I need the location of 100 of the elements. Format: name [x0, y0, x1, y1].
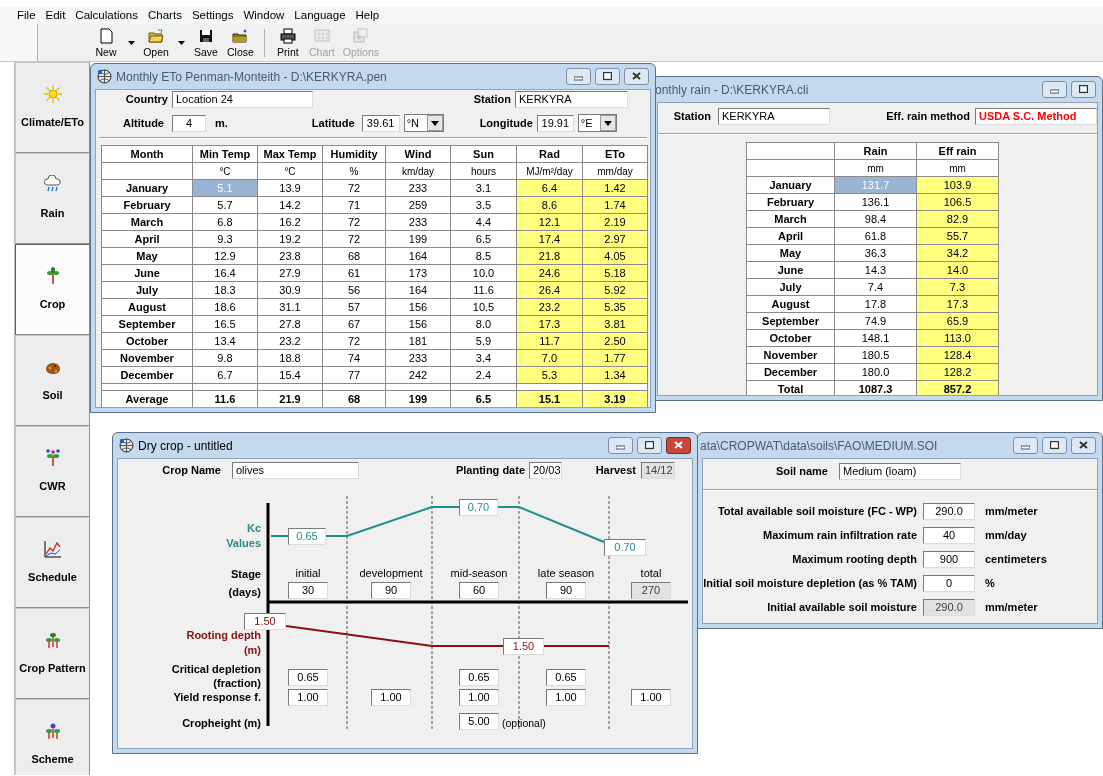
dropdown[interactable]: °E	[577, 114, 617, 132]
input-field[interactable]: 0.70	[459, 499, 498, 516]
input-field[interactable]: 290.0	[923, 503, 975, 520]
field-label: centimeters	[985, 552, 1047, 567]
sidebar-button[interactable]: Crop	[15, 244, 90, 335]
input-field[interactable]: 900	[923, 551, 975, 568]
menu-item[interactable]: File	[12, 7, 41, 24]
row-header: November	[101, 349, 193, 367]
input-field[interactable]: 0.70	[604, 539, 646, 556]
unit-cell: mm/day	[582, 162, 648, 180]
menu-item[interactable]: Help	[350, 7, 385, 24]
stage-label: late season	[536, 566, 596, 580]
column-header: ETo	[582, 145, 648, 163]
unit-cell: mm	[916, 159, 999, 177]
sidebar-button[interactable]: Schedule	[15, 517, 90, 608]
maximize-button[interactable]	[1042, 437, 1067, 454]
sidebar-button[interactable]: Scheme	[15, 699, 90, 775]
column-header: Month	[101, 145, 193, 163]
input-field[interactable]: 60	[459, 582, 499, 599]
menu-item[interactable]: Settings	[186, 7, 239, 24]
maximize-button[interactable]	[595, 68, 620, 85]
close-button[interactable]	[624, 68, 649, 85]
note-text: (optional)	[502, 716, 546, 730]
menu-item[interactable]: Calculations	[70, 7, 143, 24]
field-label: Station	[473, 92, 511, 107]
caret-icon	[127, 40, 135, 45]
input-field[interactable]: KERKYRA	[718, 108, 830, 125]
input-field[interactable]: 0.65	[288, 669, 328, 686]
page-icon	[98, 27, 114, 44]
input-field[interactable]: Location 24	[172, 91, 313, 108]
menu-item[interactable]: Edit	[40, 7, 71, 24]
input-field[interactable]: 0	[923, 575, 975, 592]
sidebar-button[interactable]: Climate/ETo	[15, 62, 90, 153]
input-field[interactable]: 5.00	[459, 713, 499, 730]
toolbar-button[interactable]: Open	[141, 25, 171, 60]
column-header: Min Temp	[192, 145, 258, 163]
dropdown[interactable]: °N	[403, 114, 444, 132]
sidebar-button[interactable]: Crop Pattern	[15, 608, 90, 699]
input-field[interactable]: 90	[371, 582, 411, 599]
close-button[interactable]	[666, 437, 691, 454]
input-field[interactable]: 1.50	[244, 613, 286, 630]
row-header: June	[101, 264, 193, 282]
menu-item[interactable]: Language	[289, 7, 351, 24]
row-header: March	[746, 210, 835, 228]
row-header: October	[746, 329, 835, 347]
field-label: Station	[672, 109, 711, 124]
input-field[interactable]: 1.00	[546, 689, 586, 706]
row-label: Cropheight (m)	[181, 716, 261, 730]
input-field[interactable]: 39.61	[361, 114, 400, 132]
toolbar-button[interactable]: New	[91, 25, 121, 60]
input-field[interactable]: Medium (loam)	[839, 463, 961, 480]
field-label: mm/day	[985, 528, 1027, 543]
input-field[interactable]: 40	[923, 527, 975, 544]
row-header: August	[746, 295, 835, 313]
field-label: Longitude	[479, 115, 533, 131]
chart-icon	[42, 539, 63, 560]
row-header: June	[746, 261, 835, 279]
unit-cell: km/day	[385, 162, 451, 180]
maximize-button[interactable]	[1071, 81, 1096, 98]
input-field[interactable]: 1.00	[371, 689, 411, 706]
menu-item[interactable]: Charts	[143, 7, 187, 24]
caret-icon	[177, 40, 185, 45]
row-header: March	[101, 213, 193, 231]
toolbar-button[interactable]: Close	[225, 25, 256, 60]
sidebar-button[interactable]: Rain	[15, 153, 90, 244]
input-field[interactable]: 1.50	[503, 638, 544, 655]
globe-icon	[97, 69, 112, 84]
toolbar-button[interactable]: Print	[272, 25, 303, 60]
sidebar-button[interactable]: Soil	[15, 335, 90, 426]
row-header: July	[101, 281, 193, 299]
field-label: m.	[215, 115, 228, 131]
row-header: July	[746, 278, 835, 296]
input-field[interactable]: KERKYRA	[515, 91, 628, 108]
field-label: Latitude	[311, 115, 355, 131]
input-field[interactable]: 0.65	[459, 669, 499, 686]
input-field[interactable]: USDA S.C. Method	[975, 108, 1097, 125]
input-field[interactable]: 90	[546, 582, 586, 599]
input-field[interactable]: 30	[288, 582, 328, 599]
input-field[interactable]: 0.65	[546, 669, 586, 686]
row-header: October	[101, 332, 193, 350]
input-field[interactable]: 20/03	[529, 462, 562, 479]
unit-cell: °C	[257, 162, 323, 180]
field-label: Total available soil moisture (FC - WP)	[716, 504, 917, 519]
row-header: May	[101, 247, 193, 265]
input-field[interactable]: 4	[172, 114, 206, 132]
maximize-button[interactable]	[637, 437, 662, 454]
input-field[interactable]: olives	[232, 462, 359, 479]
column-header: Eff rain	[916, 142, 999, 160]
input-field[interactable]: 1.00	[631, 689, 671, 706]
input-field[interactable]: 0.65	[288, 528, 326, 545]
menu-item[interactable]: Window	[238, 7, 290, 24]
toolbar-button[interactable]: Save	[191, 25, 221, 60]
sidebar-button[interactable]: CWR	[15, 426, 90, 517]
close-button[interactable]	[1071, 437, 1096, 454]
input-field[interactable]: 1.00	[459, 689, 499, 706]
input-field[interactable]: 19.91	[536, 114, 574, 132]
input-field[interactable]: 1.00	[288, 689, 328, 706]
window-title: ata\CROPWAT\data\soils\FAO\MEDIUM.SOI	[700, 437, 938, 455]
stage-label: mid-season	[449, 566, 509, 580]
row-header: April	[746, 227, 835, 245]
